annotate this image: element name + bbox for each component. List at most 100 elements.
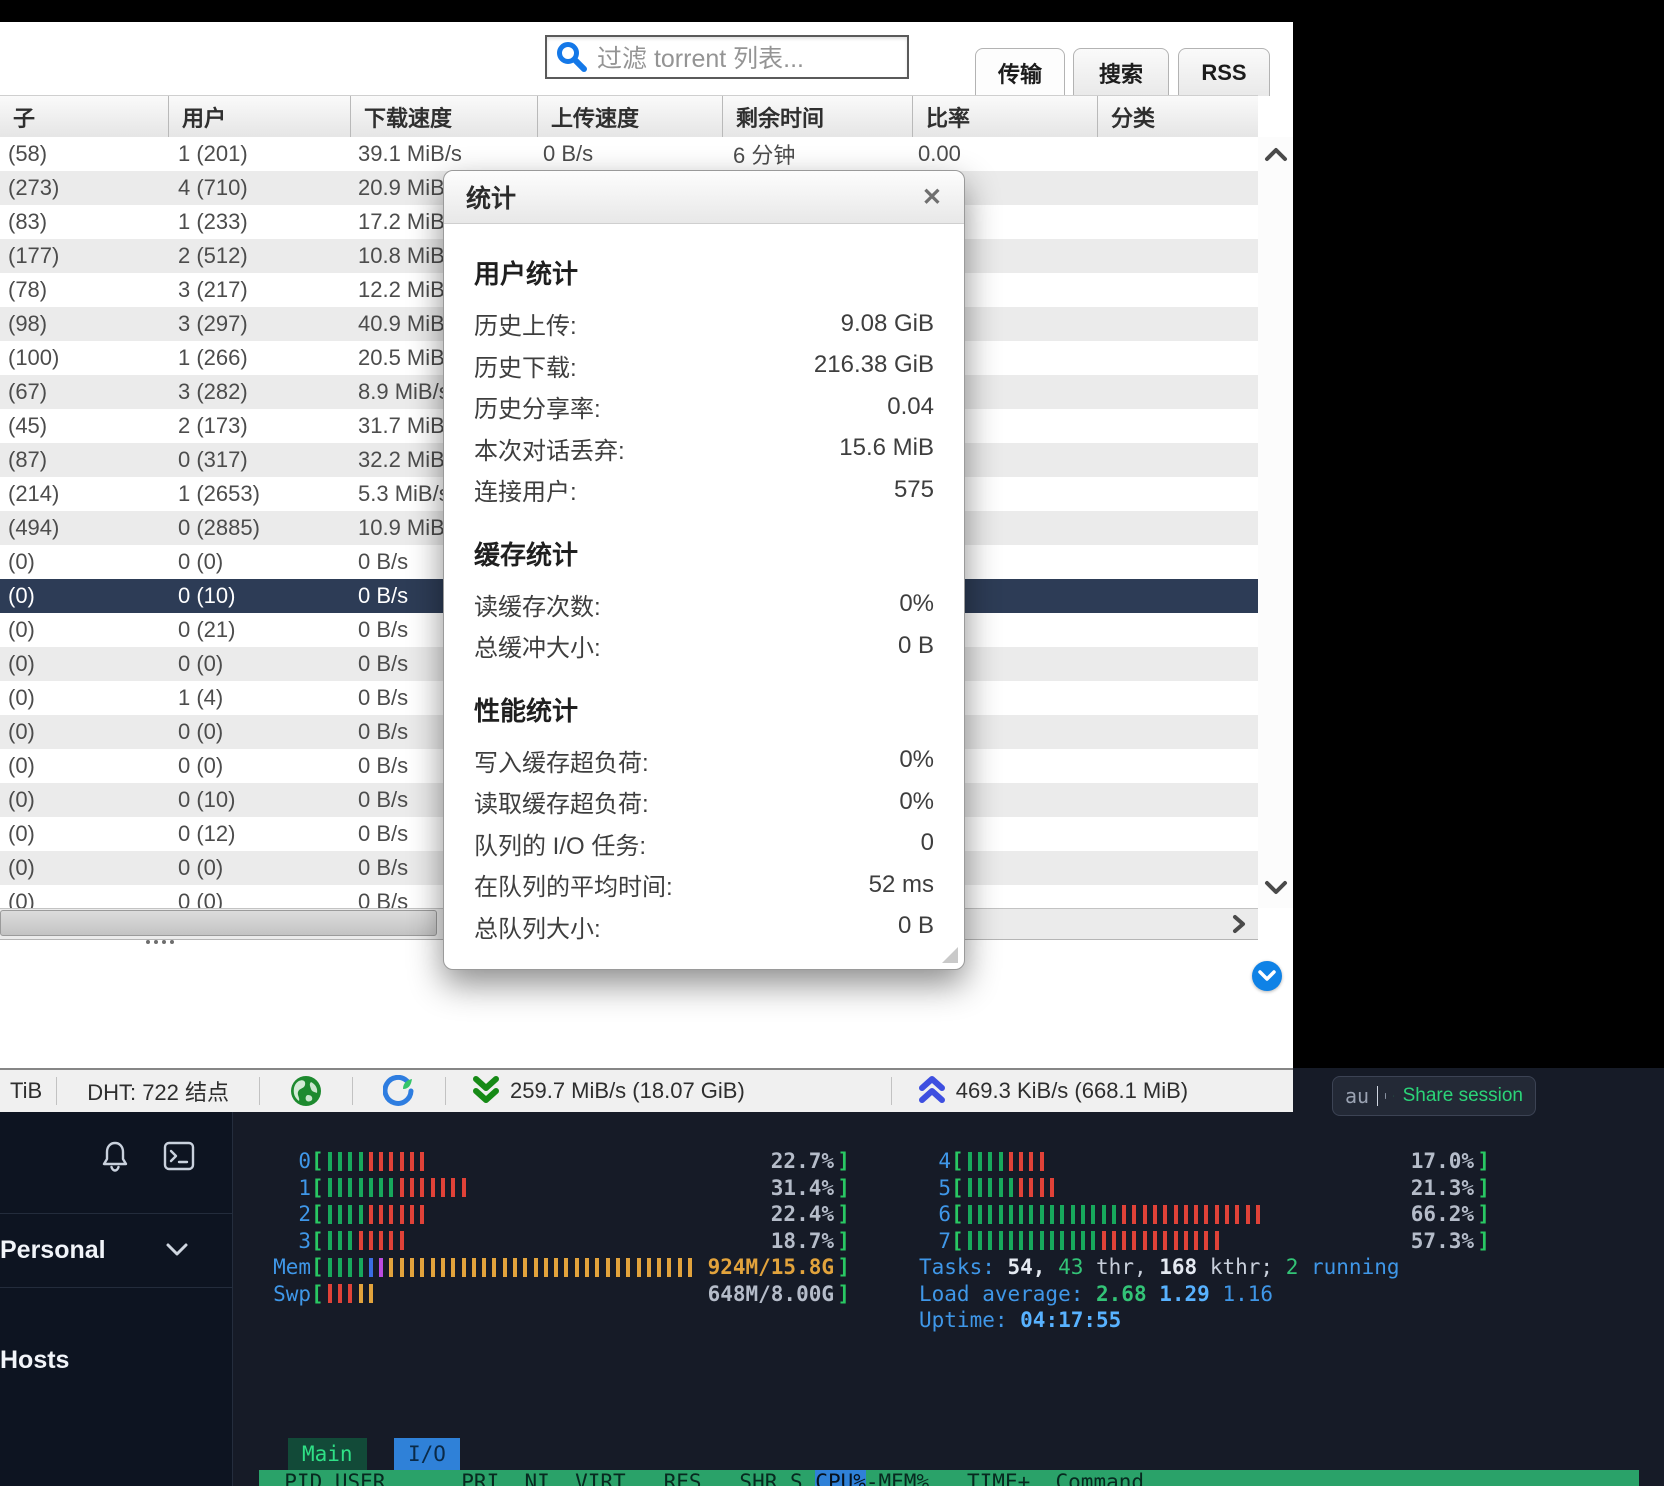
sidebar-item-hosts[interactable]: Hosts: [0, 1340, 232, 1380]
console-icon[interactable]: [163, 1140, 195, 1172]
stat-value: 9.08 GiB: [841, 310, 934, 338]
meter-value: 18.7%: [771, 1229, 834, 1253]
meter-bar: [338, 1284, 342, 1303]
meter-bar: [1194, 1205, 1198, 1224]
bell-icon[interactable]: [100, 1140, 130, 1174]
toolbar-tab-3[interactable]: RSS: [1178, 48, 1270, 96]
table-cell: (0): [8, 885, 35, 908]
meter-bar: [1050, 1205, 1054, 1224]
column-header-7[interactable]: 分类: [1097, 96, 1258, 138]
stat-row: 队列的 I/O 任务:0: [474, 823, 934, 865]
globe-icon[interactable]: [290, 1075, 322, 1107]
meter-bar: [1040, 1205, 1044, 1224]
meter-bar: [1071, 1231, 1075, 1250]
table-cell: (273): [8, 171, 59, 205]
stat-row: 读缓存次数:0%: [474, 584, 934, 626]
column-header-5[interactable]: 剩余时间: [722, 96, 912, 138]
meter-value: 17.0%: [1411, 1149, 1474, 1173]
meter-bar: [1060, 1205, 1064, 1224]
connection-status-icon[interactable]: [383, 1075, 415, 1107]
meter-bar: [379, 1178, 383, 1197]
meter-bar: [348, 1178, 352, 1197]
meter-bar: [359, 1258, 363, 1277]
sidebar-item-personal[interactable]: Personal: [0, 1213, 232, 1288]
meter-bar: [1029, 1231, 1033, 1250]
meter-bar: [988, 1178, 992, 1197]
table-cell: (0): [8, 817, 35, 851]
column-header-2[interactable]: 用户: [168, 96, 350, 138]
meter-bar: [1112, 1205, 1116, 1224]
column-header-6[interactable]: 比率: [912, 96, 1097, 138]
dialog-resize-grip[interactable]: [942, 947, 958, 963]
share-session-button[interactable]: au Share session: [1332, 1076, 1536, 1116]
scroll-up-icon[interactable]: [1264, 145, 1288, 165]
meter-bar: [503, 1258, 507, 1277]
meter-bar: [389, 1231, 393, 1250]
meter-bar: [647, 1258, 651, 1277]
meter-bar: [1132, 1205, 1136, 1224]
share-input-text: au: [1345, 1084, 1369, 1108]
search-icon: [555, 40, 589, 74]
meter-bar: [348, 1258, 352, 1277]
meter-bar: [1019, 1205, 1023, 1224]
column-header-4[interactable]: 上传速度: [537, 96, 722, 138]
meter-bar: [534, 1258, 538, 1277]
meter-bar: [359, 1205, 363, 1224]
table-cell: (45): [8, 409, 47, 443]
table-cell: 0.00: [918, 137, 961, 171]
table-cell: 0 (10): [178, 579, 235, 613]
statistics-dialog: 统计 ✕ 用户统计历史上传:9.08 GiB历史下载:216.38 GiB历史分…: [443, 170, 965, 970]
htop-tab-main[interactable]: Main: [288, 1438, 367, 1470]
horizontal-scrollbar-thumb[interactable]: [0, 910, 437, 936]
table-row[interactable]: (58)1 (201)39.1 MiB/s0 B/s6 分钟0.00: [0, 137, 1258, 171]
meter-bar: [595, 1258, 599, 1277]
meter-value: 57.3%: [1411, 1229, 1474, 1253]
table-cell: (98): [8, 307, 47, 341]
process-table-header[interactable]: PID USER PRI NI VIRT RES SHR S CPU%-MEM%…: [259, 1470, 1639, 1486]
chevron-down-icon: [164, 1240, 190, 1258]
toolbar-tab-2[interactable]: 搜索: [1073, 48, 1169, 96]
stat-label: 历史上传:: [474, 306, 577, 341]
meter-bar: [420, 1205, 424, 1224]
meter-bar: [1019, 1152, 1023, 1171]
meter-bar: [328, 1258, 332, 1277]
meter-bar: [472, 1258, 476, 1277]
cpu-meter-4: 4[17.0%]: [905, 1148, 1490, 1175]
proc-header-left: PID USER PRI NI VIRT RES SHR S: [259, 1470, 815, 1486]
meter-bar: [389, 1205, 393, 1224]
download-chevrons-icon: [472, 1076, 500, 1106]
panel-collapse-button[interactable]: [1252, 961, 1282, 991]
meter-bar: [389, 1152, 393, 1171]
stat-value: 0: [921, 829, 934, 857]
download-speed-text: 259.7 MiB/s (18.07 GiB): [510, 1078, 745, 1104]
tasks-line: Tasks: 54, 43 thr, 168 kthr; 2 running: [919, 1254, 1400, 1281]
meter-bar: [369, 1284, 373, 1303]
scroll-right-icon[interactable]: [1230, 914, 1248, 934]
table-cell: 0 B/s: [358, 715, 408, 749]
meter-bar: [1163, 1205, 1167, 1224]
dialog-titlebar[interactable]: 统计 ✕: [444, 171, 964, 224]
stat-value: 0 B: [898, 632, 934, 660]
column-header-3[interactable]: 下载速度: [350, 96, 537, 138]
chevron-down-icon: [1258, 970, 1276, 982]
vertical-scrollbar[interactable]: [1258, 137, 1293, 908]
toolbar-tab-1[interactable]: 传输: [975, 48, 1065, 96]
scroll-down-icon[interactable]: [1264, 877, 1288, 897]
htop-tab-io[interactable]: I/O: [394, 1438, 460, 1470]
meter-bar: [1153, 1231, 1157, 1250]
free-space-label: TiB: [0, 1078, 56, 1104]
close-icon[interactable]: ✕: [922, 183, 942, 212]
meter-bar: [338, 1152, 342, 1171]
meter-bar: [637, 1258, 641, 1277]
table-cell: 0 B/s: [358, 851, 408, 885]
column-header-1[interactable]: 子: [0, 96, 168, 138]
table-cell: 1 (233): [178, 205, 248, 239]
proc-header-sort-column: CPU%: [815, 1470, 866, 1486]
meter-bar: [359, 1284, 363, 1303]
table-cell: 0 (0): [178, 749, 223, 783]
meter-bar: [1009, 1205, 1013, 1224]
panel-resize-handle[interactable]: [146, 940, 174, 944]
meter-bar: [1040, 1152, 1044, 1171]
torrent-filter-search[interactable]: 过滤 torrent 列表...: [545, 35, 909, 79]
stat-label: 连接用户:: [474, 472, 577, 507]
